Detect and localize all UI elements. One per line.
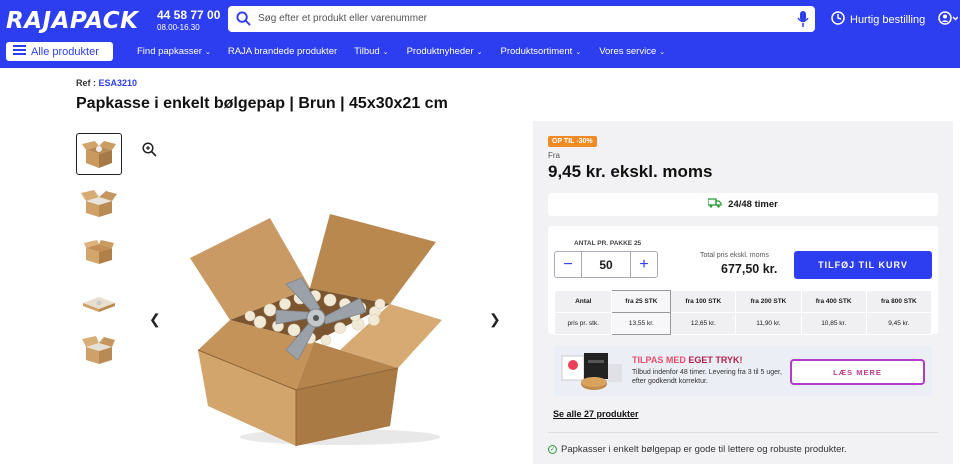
nav-label: RAJA brandede produkter xyxy=(227,46,338,57)
nav-label: Vores service xyxy=(599,46,657,57)
price: 9,45 kr. ekskl. moms xyxy=(548,162,712,182)
phone-number[interactable]: 44 58 77 00 xyxy=(157,8,220,22)
read-more-button[interactable]: LÆS MERE xyxy=(790,359,925,385)
zoom-icon[interactable] xyxy=(142,142,157,162)
ref-code: ESA3210 xyxy=(98,78,138,88)
tier-price-cell: 10,85 kr. xyxy=(800,312,867,335)
all-products-button[interactable]: Alle produkter xyxy=(6,42,113,61)
search-bar[interactable]: Søg efter et produkt eller varenummer xyxy=(228,6,815,32)
search-icon[interactable] xyxy=(236,11,251,31)
thumbnail-list xyxy=(76,133,122,378)
increase-qty-button[interactable]: + xyxy=(631,252,657,277)
search-input[interactable]: Søg efter et produkt eller varenummer xyxy=(258,13,427,24)
thumbnail-5[interactable] xyxy=(76,329,122,371)
tier-header-cell: fra 200 STK xyxy=(735,290,802,313)
delivery-info: 24/48 timer xyxy=(548,193,938,216)
microphone-icon[interactable] xyxy=(797,11,809,32)
chevron-down-icon: ⌄ xyxy=(382,48,389,56)
product-image xyxy=(190,200,450,450)
product-ref: Ref : ESA3210 xyxy=(76,78,137,88)
tier-price-cell: 9,45 kr. xyxy=(865,312,933,335)
nav-label: Produktnyheder xyxy=(406,46,474,57)
top-bar: RAJAPACK 44 58 77 00 08.00-16.30 Søg eft… xyxy=(0,0,960,68)
nav-produktnyheder[interactable]: Produktnyheder ⌄ xyxy=(407,46,483,57)
account-icon[interactable] xyxy=(938,11,959,32)
quantity-stepper: − 50 + xyxy=(554,251,658,278)
total-value: 677,50 kr. xyxy=(721,262,778,276)
tier-header-cell: fra 400 STK xyxy=(800,290,867,313)
prev-image-icon[interactable]: ❮ xyxy=(149,311,161,328)
nav-vores-service[interactable]: Vores service ⌄ xyxy=(599,46,665,57)
decrease-qty-button[interactable]: − xyxy=(555,252,581,277)
truck-icon xyxy=(707,198,722,211)
nav-label: Tilbud xyxy=(354,46,380,57)
thumbnail-4[interactable] xyxy=(76,280,122,322)
nav-tilbud[interactable]: Tilbud ⌄ xyxy=(354,46,388,57)
thumbnail-2[interactable] xyxy=(76,182,122,224)
price-from-label: Fra xyxy=(548,151,560,160)
see-all-products-link[interactable]: Se alle 27 produkter xyxy=(553,409,639,419)
page-title: Papkasse i enkelt bølgepap | Brun | 45x3… xyxy=(76,95,448,112)
tier-price-cell: pris pr. stk. xyxy=(553,312,613,335)
promo-image xyxy=(560,350,626,397)
chevron-down-icon: ⌄ xyxy=(476,48,483,56)
promo-description: Tilbud indenfor 48 timer. Levering fra 3… xyxy=(632,369,782,386)
nav-label: Find papkasser xyxy=(137,46,202,57)
thumbnail-3[interactable] xyxy=(76,231,122,273)
ref-label: Ref : xyxy=(76,78,96,88)
price-value: 9,45 kr. xyxy=(548,162,606,181)
feature-item: ✓ Papkasser i enkelt bølgepap er gode ti… xyxy=(548,444,847,455)
tier-header-cell: fra 25 STK xyxy=(611,290,672,313)
nav-label: Produktsortiment xyxy=(500,46,573,57)
chevron-down-icon: ⌄ xyxy=(204,48,211,56)
feature-text: Papkasser i enkelt bølgepap er gode til … xyxy=(561,444,847,455)
promo-title-bold: EGET TRYK! xyxy=(688,355,743,365)
tier-header-cell: fra 800 STK xyxy=(865,290,933,313)
nav-raja-brandede-produkter[interactable]: RAJA brandede produkter xyxy=(228,46,337,57)
discount-badge: OP TIL -30% xyxy=(548,136,597,147)
next-image-icon[interactable]: ❯ xyxy=(489,311,501,328)
rajapack-logo[interactable]: RAJAPACK xyxy=(6,8,138,34)
divider xyxy=(548,432,938,433)
quantity-input[interactable]: 50 xyxy=(581,252,631,277)
promo-title-prefix: TILPAS MED xyxy=(632,355,689,365)
main-nav: Find papkasser ⌄ RAJA brandede produkter … xyxy=(137,46,665,57)
nav-find-papkasser[interactable]: Find papkasser ⌄ xyxy=(137,46,211,57)
tier-header-cell: Antal xyxy=(553,290,613,313)
nav-produktsortiment[interactable]: Produktsortiment ⌄ xyxy=(501,46,582,57)
quick-order-button[interactable]: Hurtig bestilling xyxy=(831,11,925,28)
phone-info: 44 58 77 00 08.00-16.30 xyxy=(157,8,220,32)
tier-header-row: Antal fra 25 STK fra 100 STK fra 200 STK… xyxy=(553,290,933,313)
thumbnail-1[interactable] xyxy=(76,133,122,175)
price-tier-table: Antal fra 25 STK fra 100 STK fra 200 STK… xyxy=(553,290,933,335)
qty-label: ANTAL PR. PAKKE 25 xyxy=(574,240,642,247)
promo-title: TILPAS MED EGET TRYK! xyxy=(632,355,743,365)
tier-price-cell: 12,65 kr. xyxy=(670,312,737,335)
add-to-cart-button[interactable]: TILFØJ TIL KURV xyxy=(794,251,932,279)
total-label: Total pris ekskl. moms xyxy=(700,252,769,259)
tier-price-row: pris pr. stk. 13,55 kr. 12,65 kr. 11,90 … xyxy=(553,312,933,335)
quick-order-label: Hurtig bestilling xyxy=(850,13,926,26)
tier-header-cell: fra 100 STK xyxy=(670,290,737,313)
tier-price-cell: 13,55 kr. xyxy=(611,312,672,335)
tier-price-cell: 11,90 kr. xyxy=(735,312,802,335)
all-products-label: Alle produkter xyxy=(31,45,99,58)
clock-icon xyxy=(831,11,845,28)
chevron-down-icon: ⌄ xyxy=(575,48,582,56)
menu-icon xyxy=(13,45,26,58)
opening-hours: 08.00-16.30 xyxy=(157,23,200,32)
delivery-label: 24/48 timer xyxy=(728,199,778,210)
check-icon: ✓ xyxy=(548,445,557,454)
price-suffix: ekskl. moms xyxy=(610,162,713,181)
chevron-down-icon: ⌄ xyxy=(659,48,666,56)
